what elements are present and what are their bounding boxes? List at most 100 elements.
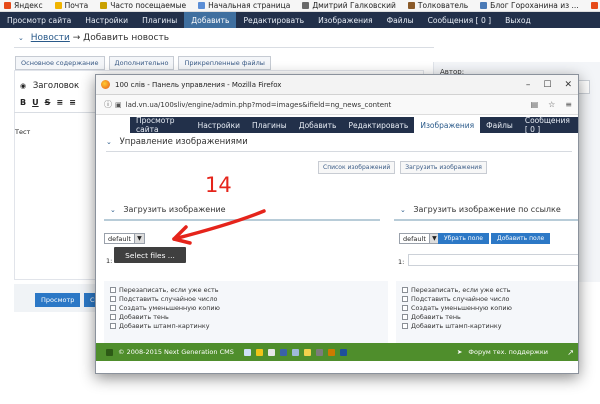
checkbox[interactable] (402, 322, 408, 329)
bookmark-item[interactable]: Часто посещаемые (100, 1, 186, 10)
popup-nav-item[interactable]: Плагины (246, 117, 293, 133)
info-icon[interactable]: ⓘ (104, 99, 112, 110)
main-nav-item[interactable]: Просмотр сайта (0, 12, 78, 28)
checkbox[interactable] (402, 295, 408, 302)
option-row[interactable]: Добавить тень (402, 312, 512, 321)
file-row-label: 1: (106, 257, 113, 265)
option-row[interactable]: Добавить штамп-картинку (402, 321, 512, 330)
tab-additional[interactable]: Дополнительно (108, 56, 175, 70)
clipboard-icon[interactable] (303, 348, 311, 356)
align-left-icon[interactable]: ≡ (56, 98, 63, 107)
collapse-icon[interactable]: ⌄ (18, 34, 24, 42)
checkbox[interactable] (110, 313, 116, 320)
underline-button[interactable]: U (32, 98, 39, 107)
checkbox[interactable] (110, 304, 116, 311)
checkbox[interactable] (402, 313, 408, 320)
minimize-icon[interactable]: – (526, 80, 531, 90)
option-row[interactable]: Добавить тень (110, 312, 220, 321)
category-select[interactable]: default ▼ (104, 233, 145, 244)
popup-nav-item[interactable]: Файлы (480, 117, 519, 133)
main-nav-item[interactable]: Настройки (78, 12, 135, 28)
support-forum-link[interactable]: ➤ Форум тех. поддержки (457, 348, 578, 356)
close-icon[interactable]: ✕ (564, 80, 572, 90)
checkbox[interactable] (110, 295, 116, 302)
collapse-icon[interactable]: ⌄ (400, 206, 406, 214)
tab-attached-files[interactable]: Прикрепленные файлы (178, 56, 271, 70)
bookmark-item[interactable]: Почта (54, 1, 88, 10)
pencil-icon[interactable] (255, 348, 263, 356)
bookmark-item[interactable]: Яндекс (4, 1, 43, 10)
url-text[interactable]: lad.vn.ua/100sliv/engine/admin.php?mod=i… (126, 101, 466, 109)
popup-nav-item[interactable]: Сообщения [ 0 ] (519, 116, 578, 134)
bookmark-item[interactable]: Дмитрий Галковский (302, 1, 396, 10)
main-nav-item[interactable]: Редактировать (236, 12, 311, 28)
breadcrumb-news-link[interactable]: Новости (31, 33, 70, 43)
collapse-icon[interactable]: ⌄ (110, 206, 116, 214)
bookmarks-bar: Яндекс Почта Часто посещаемые Начальная стр… (0, 0, 600, 12)
main-nav-item[interactable]: Плагины (135, 12, 184, 28)
link-category-select-value: default (403, 234, 426, 243)
settings-icon[interactable] (339, 348, 347, 356)
upload-images-button[interactable]: Загрузить изображения (400, 161, 487, 174)
popup-nav-item[interactable]: Редактировать (342, 117, 414, 133)
popup-nav-item[interactable]: Добавить (293, 117, 343, 133)
popup-nav-item[interactable]: Просмотр сайта (130, 116, 192, 134)
bookmark-label: Часто посещаемые (110, 1, 187, 10)
option-row[interactable]: Перезаписать, если уже есть (402, 285, 512, 294)
bookmark-icon (590, 2, 598, 9)
preview-button[interactable]: Просмотр (35, 293, 81, 307)
link-category-select[interactable]: default ▼ (399, 233, 440, 244)
popup-admin-nav: Просмотр сайта Настройки Плагины Добавить Ре… (130, 116, 578, 134)
option-row[interactable]: Добавить штамп-картинку (110, 321, 220, 330)
option-label: Добавить штамп-картинку (411, 321, 502, 330)
main-nav-item[interactable]: Изображения (311, 12, 380, 28)
checkbox[interactable] (402, 286, 408, 293)
checkbox[interactable] (402, 304, 408, 311)
collapse-icon[interactable]: ⌄ (106, 138, 112, 146)
checkbox[interactable] (110, 322, 116, 329)
option-row[interactable]: Подставить случайное число (402, 294, 512, 303)
bookmark-item[interactable]: Блог Гороханина из ... (480, 1, 579, 10)
strike-button[interactable]: S (45, 98, 51, 107)
remove-field-button[interactable]: Убрать поле (438, 233, 489, 244)
link-url-input[interactable] (408, 254, 578, 266)
bookmark-item[interactable]: Начальная страница (198, 1, 290, 10)
main-nav-item[interactable]: Сообщения [ 0 ] (421, 12, 499, 28)
main-nav-item[interactable]: Выход (498, 12, 538, 28)
save-disk-icon[interactable] (279, 348, 287, 356)
chevron-down-icon[interactable]: ▼ (133, 234, 144, 243)
reader-view-icon[interactable]: ▤ (531, 100, 539, 109)
add-field-button[interactable]: Добавить поле (491, 233, 551, 244)
maximize-icon[interactable]: ☐ (543, 80, 551, 90)
image-list-button[interactable]: Список изображений (318, 161, 396, 174)
upload-options: Перезаписать, если уже есть Подставить сл… (104, 281, 388, 345)
user-icon[interactable] (315, 348, 323, 356)
popup-nav-item[interactable]: Изображения (414, 117, 481, 133)
bookmark-item[interactable]: Толкователь (407, 1, 468, 10)
tab-main-content[interactable]: Основное содержание (15, 56, 105, 70)
align-center-icon[interactable]: ≡ (69, 98, 76, 107)
option-row[interactable]: Подставить случайное число (110, 294, 220, 303)
option-row[interactable]: Перезаписать, если уже есть (110, 285, 220, 294)
option-row[interactable]: Создать уменьшенную копию (110, 303, 220, 312)
expand-icon[interactable]: ↗ (567, 348, 574, 357)
main-nav-item[interactable]: Добавить (184, 12, 237, 28)
bold-button[interactable]: B (20, 98, 26, 107)
bookmark-item[interactable]: Яндекс (590, 1, 600, 10)
document-icon[interactable] (267, 348, 275, 356)
menu-icon[interactable]: ≡ (565, 100, 572, 109)
bookmark-star-icon[interactable]: ☆ (548, 100, 555, 109)
popup-nav-item[interactable]: Настройки (192, 117, 246, 133)
title-label-row: ◉ Заголовок (20, 81, 79, 91)
checkbox[interactable] (110, 286, 116, 293)
editor-text[interactable]: Тест (15, 128, 30, 136)
support-forum-label: Форум тех. поддержки (468, 348, 548, 356)
plugin-icon[interactable] (327, 348, 335, 356)
image-icon[interactable] (291, 348, 299, 356)
main-nav-item[interactable]: Файлы (380, 12, 421, 28)
option-label: Перезаписать, если уже есть (119, 285, 219, 294)
breadcrumb-arrow: → (72, 33, 81, 43)
option-row[interactable]: Создать уменьшенную копию (402, 303, 512, 312)
popup-titlebar: 100 слів - Панель управления - Mozilla F… (96, 75, 578, 95)
window-icon[interactable] (243, 348, 251, 356)
